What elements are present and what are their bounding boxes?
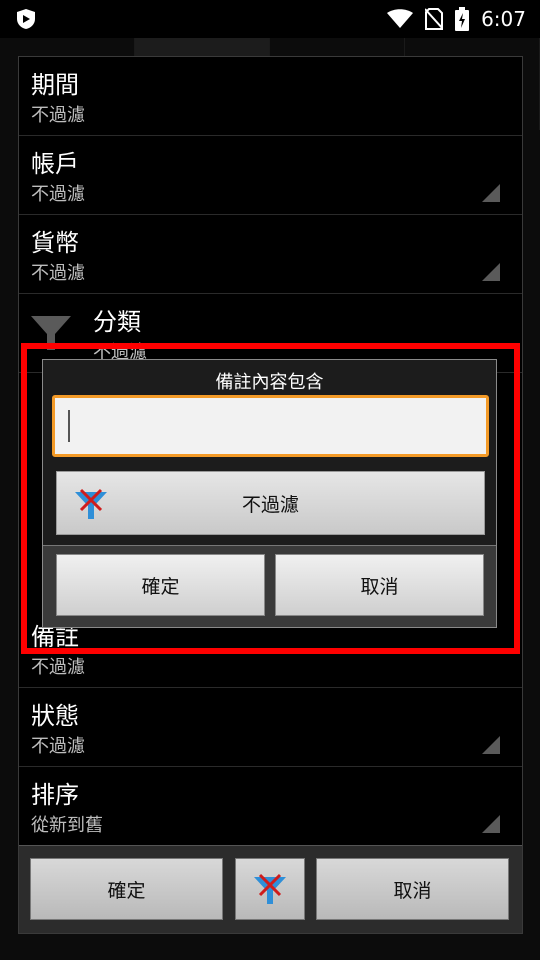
panel-ok-button[interactable]: 確定 xyxy=(30,858,223,920)
no-sim-icon xyxy=(425,8,444,30)
funnel-clear-icon xyxy=(75,488,107,519)
corner-arrow-icon xyxy=(482,736,500,754)
filter-row-period[interactable]: 期間 不過濾 xyxy=(19,57,522,136)
text-cursor xyxy=(68,410,70,442)
note-input[interactable] xyxy=(55,398,486,454)
no-filter-button[interactable]: 不過濾 xyxy=(56,471,485,535)
dialog-cancel-button[interactable]: 取消 xyxy=(275,554,484,616)
row-value: 不過濾 xyxy=(31,736,85,757)
filter-row-account[interactable]: 帳戶 不過濾 xyxy=(19,136,522,215)
row-title: 狀態 xyxy=(31,702,79,730)
panel-clear-filter-button[interactable] xyxy=(235,858,305,920)
corner-arrow-icon xyxy=(482,184,500,202)
wifi-icon xyxy=(387,9,414,28)
dialog-ok-button[interactable]: 確定 xyxy=(56,554,265,616)
corner-arrow-icon xyxy=(482,263,500,281)
dialog-title: 備註內容包含 xyxy=(215,372,324,393)
row-title: 期間 xyxy=(31,71,79,99)
row-value: 不過濾 xyxy=(31,263,85,284)
filter-row-sort[interactable]: 排序 從新到舊 xyxy=(19,767,522,846)
row-value: 不過濾 xyxy=(31,184,85,205)
row-value: 不過濾 xyxy=(31,657,85,678)
status-icons: 6:07 xyxy=(387,0,526,38)
row-title: 帳戶 xyxy=(31,150,79,178)
row-title: 分類 xyxy=(93,308,141,336)
clock: 6:07 xyxy=(481,7,526,31)
filter-row-currency[interactable]: 貨幣 不過濾 xyxy=(19,215,522,294)
row-title: 貨幣 xyxy=(31,229,79,257)
row-value: 不過濾 xyxy=(31,105,85,126)
status-bar: 6:07 xyxy=(0,0,540,38)
no-filter-label: 不過濾 xyxy=(241,493,299,516)
corner-arrow-icon xyxy=(482,815,500,833)
battery-charging-icon xyxy=(455,7,470,31)
row-title: 排序 xyxy=(31,781,79,809)
dialog-button-bar: 確定 取消 xyxy=(43,545,496,627)
panel-cancel-button[interactable]: 取消 xyxy=(316,858,509,920)
note-input-field[interactable] xyxy=(52,395,489,457)
note-filter-dialog: 備註內容包含 不過濾 確定 取消 xyxy=(42,359,497,628)
shield-icon xyxy=(17,9,35,29)
filter-row-status[interactable]: 狀態 不過濾 xyxy=(19,688,522,767)
funnel-clear-icon xyxy=(254,873,286,904)
panel-button-bar: 確定 取消 xyxy=(19,845,522,933)
row-value: 從新到舊 xyxy=(31,815,103,836)
